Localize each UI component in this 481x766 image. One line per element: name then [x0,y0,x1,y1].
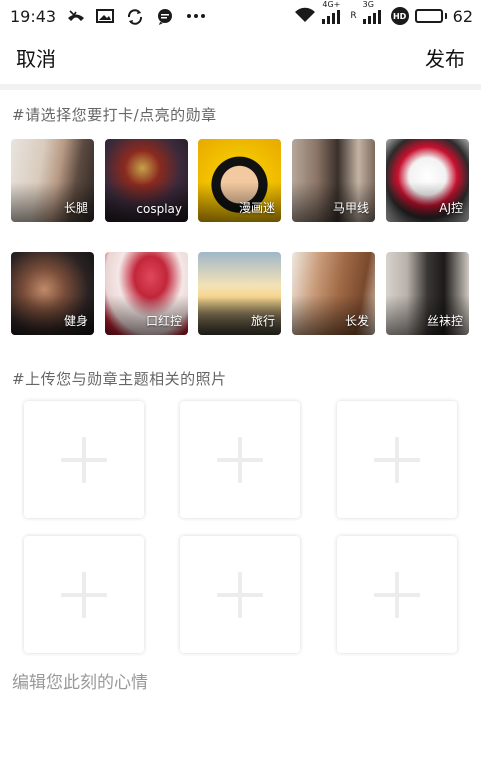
badge-section-title: #请选择您要打卡/点亮的勋章 [12,106,217,124]
image-notification-icon [96,8,116,24]
status-time: 19:43 [10,6,57,26]
hd-voice-icon: HD [390,7,409,25]
plus-icon [217,571,263,618]
upload-photo-slot-6[interactable] [337,536,457,653]
badge-fitness[interactable]: 健身 [11,252,94,335]
more-dots-icon [186,8,206,24]
plus-icon [374,571,420,618]
badge-travel[interactable]: 旅行 [198,252,281,335]
status-bar: 19:43 4G+ R 3G HD 62 [0,0,481,32]
message-icon [156,8,176,25]
upload-section-title: #上传您与勋章主题相关的照片 [12,370,227,388]
badge-label: 丝袜控 [426,314,463,328]
badge-lipstick[interactable]: 口红控 [105,252,188,335]
badge-stockings[interactable]: 丝袜控 [386,252,469,335]
signal-4g-icon: 4G+ [322,0,344,24]
roaming-label: R [350,11,357,21]
upload-photo-slot-3[interactable] [337,401,457,518]
sync-icon [126,8,146,25]
badge-label: 长腿 [63,201,88,215]
plus-icon [61,571,107,618]
badge-label: AJ控 [439,201,463,215]
upload-photo-slot-2[interactable] [180,401,300,518]
badge-cosplay[interactable]: cosplay [105,139,188,222]
plus-icon [217,436,263,483]
nav-divider [0,84,481,90]
network-4g-label: 4G+ [322,0,341,9]
badge-aj-fan[interactable]: AJ控 [386,139,469,222]
plus-icon [374,436,420,483]
signal-3g-icon: 3G [362,0,385,24]
battery-icon: 62 [414,6,473,26]
missed-call-icon [66,8,86,24]
badge-label: 漫画迷 [238,201,275,215]
badge-comic-fan[interactable]: 漫画迷 [198,139,281,222]
nav-bar: 取消 发布 [0,32,481,82]
plus-icon [61,436,107,483]
network-3g-label: 3G [362,0,374,9]
publish-button[interactable]: 发布 [425,43,465,72]
badge-label: 马甲线 [332,201,369,215]
badge-label: cosplay [136,202,182,216]
badge-long-hair[interactable]: 长发 [292,252,375,335]
badge-label: 长发 [344,314,369,328]
badge-long-legs[interactable]: 长腿 [11,139,94,222]
upload-photo-slot-5[interactable] [180,536,300,653]
badge-label: 口红控 [145,314,182,328]
cancel-button[interactable]: 取消 [16,43,56,72]
badge-abs[interactable]: 马甲线 [292,139,375,222]
badge-label: 旅行 [250,314,275,328]
wifi-icon [294,7,316,26]
mood-input[interactable] [12,668,468,698]
upload-photo-slot-4[interactable] [24,536,144,653]
badge-label: 健身 [63,314,88,328]
battery-percent: 62 [452,6,473,26]
upload-photo-slot-1[interactable] [24,401,144,518]
